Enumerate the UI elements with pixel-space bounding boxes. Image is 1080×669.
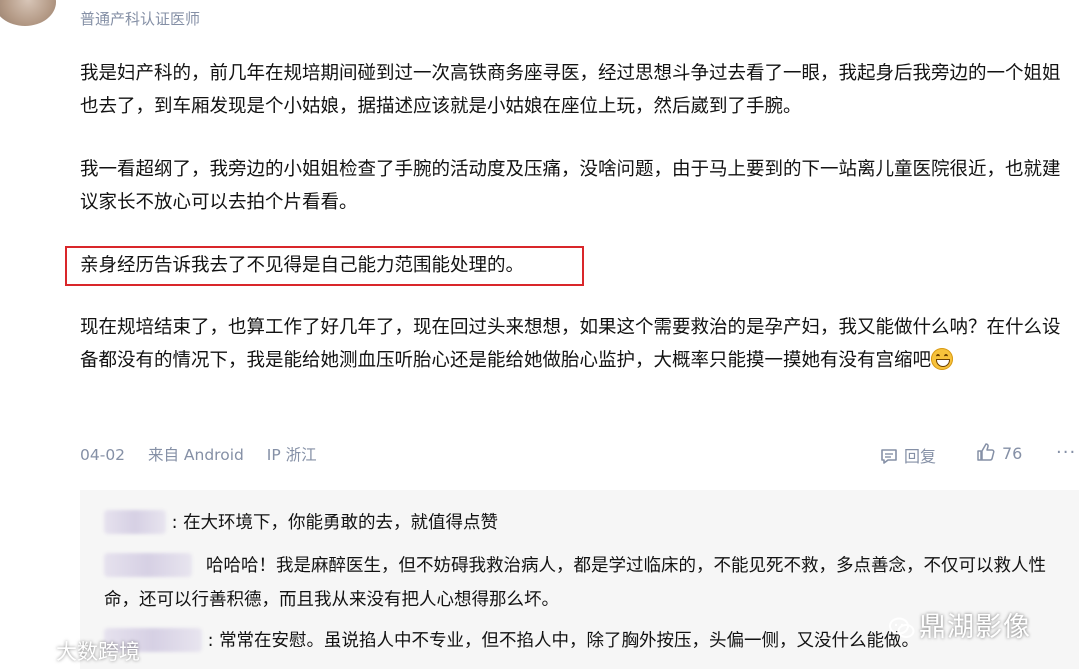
reply-label: 回复	[904, 447, 937, 466]
answer-ip: IP 浙江	[266, 446, 317, 464]
reply-button[interactable]: 回复	[880, 443, 936, 467]
comment-text: 哈哈哈！我是麻醉医生，但不妨碍我救治病人，都是学过临床的，不能见死不救，多点善念…	[104, 556, 1046, 610]
comment-colon: :	[207, 631, 214, 651]
watermark-dashu-text: 大数跨境	[56, 640, 140, 664]
watermark-dinghu: 鼎湖影像	[889, 605, 1031, 644]
thumbs-up-icon	[977, 443, 995, 461]
comment-item: : 在大环境下，你能勇敢的去，就值得点赞	[104, 506, 498, 540]
comment-text: 在大环境下，你能勇敢的去，就值得点赞	[183, 513, 499, 533]
watermark-dinghu-text: 鼎湖影像	[919, 612, 1031, 643]
comment-text: 常常在安慰。虽说掐人中不专业，但不掐人中，除了胸外按压，头偏一侧，又没什么能做。	[219, 631, 920, 651]
comment-item: : 常常在安慰。虽说掐人中不专业，但不掐人中，除了胸外按压，头偏一侧，又没什么能…	[104, 624, 919, 658]
like-button[interactable]: 76	[976, 442, 1022, 463]
author-badge: 普通产科认证医师	[80, 10, 201, 28]
commenter-name-blurred[interactable]	[104, 553, 192, 577]
comment-colon: :	[171, 513, 178, 533]
watermark-dashu: 大数跨境	[8, 636, 140, 666]
grinning-face-emoji	[931, 348, 954, 370]
answer-paragraph-1: 我是妇产科的，前几年在规培期间碰到过一次高铁商务座寻医，经过思想斗争过去看了一眼…	[80, 63, 1061, 117]
watermark-logo-icon	[9, 643, 49, 659]
answer-meta: 04-02 来自 Android IP 浙江	[80, 443, 335, 465]
comment-icon	[881, 449, 897, 464]
author-avatar[interactable]	[0, 0, 56, 26]
answer-paragraph-4-text: 现在规培结束了，也算工作了好几年了，现在回过头来想想，如果这个需要救治的是孕产妇…	[80, 317, 1061, 371]
answer-paragraph-2: 我一看超纲了，我旁边的小姐姐检查了手腕的活动度及压痛，没啥问题，由于马上要到的下…	[80, 159, 1061, 213]
answer-paragraph-4: 现在规培结束了，也算工作了好几年了，现在回过头来想想，如果这个需要救治的是孕产妇…	[80, 311, 1070, 377]
commenter-name-blurred[interactable]	[104, 510, 166, 534]
answer-paragraph-3: 亲身经历告诉我去了不见得是自己能力范围能处理的。	[80, 255, 525, 276]
wechat-icon	[889, 617, 915, 638]
like-count: 76	[1002, 444, 1023, 463]
more-options-icon[interactable]: ···	[1056, 442, 1076, 463]
answer-date: 04-02	[80, 446, 126, 464]
answer-source: 来自 Android	[147, 446, 244, 464]
